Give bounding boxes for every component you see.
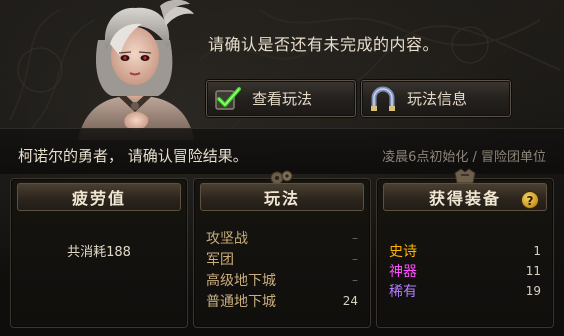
gear-count: 11 [525, 264, 541, 278]
gear-row-artifact: 神器 11 [389, 261, 541, 281]
mode-name: 高级地下城 [206, 272, 276, 289]
character-portrait [78, 0, 194, 140]
horseshoe-magnet-icon [371, 86, 395, 111]
mode-row-normal-dungeon: 普通地下城 24 [206, 290, 358, 311]
gear-grade-name: 史诗 [389, 244, 417, 260]
mode-panel-header: 玩法 [200, 183, 364, 211]
fatigue-panel: 疲劳值 共消耗188 [10, 178, 188, 328]
gear-panel-header: 获得装备 ? [383, 183, 547, 211]
green-check-icon [215, 86, 241, 110]
fatigue-title: 疲劳值 [71, 189, 126, 208]
gear-grade-name: 神器 [389, 264, 417, 280]
gear-count: 19 [525, 284, 541, 298]
mode-name: 普通地下城 [206, 293, 276, 310]
gear-list: 史诗 1 神器 11 稀有 19 [389, 241, 541, 301]
mode-name: 攻坚战 [206, 230, 248, 247]
mode-row-raid: 攻坚战 – [206, 227, 358, 248]
reset-note: 凌晨6点初始化 / 冒险团单位 [382, 150, 546, 165]
mode-list: 攻坚战 – 军团 – 高级地下城 – 普通地下城 24 [206, 227, 358, 311]
gear-grade-name: 稀有 [389, 284, 417, 300]
mode-value: 24 [342, 293, 358, 308]
view-mode-label: 查看玩法 [252, 90, 313, 108]
gear-count: 1 [533, 244, 541, 258]
mode-value: – [352, 251, 358, 266]
adventure-result-window: 请确认是否还有未完成的内容。 查看玩法 玩法信息 柯诺尔的勇者， 请确认冒险结果… [0, 0, 564, 336]
gear-title: 获得装备 [428, 189, 501, 208]
mode-value: – [352, 230, 358, 245]
mode-row-legion: 军团 – [206, 248, 358, 269]
help-icon[interactable]: ? [521, 191, 539, 209]
mode-value: – [352, 272, 358, 287]
mode-name: 军团 [206, 251, 234, 268]
mode-panel: 玩法 攻坚战 – 军团 – 高级地下城 – 普通地下城 24 [193, 170, 371, 328]
gear-row-epic: 史诗 1 [389, 241, 541, 261]
mode-info-label: 玩法信息 [407, 90, 468, 108]
gear-panel: 获得装备 ? 史诗 1 神器 11 稀有 19 [376, 168, 554, 328]
view-mode-button[interactable]: 查看玩法 [206, 80, 356, 117]
mode-row-advanced-dungeon: 高级地下城 – [206, 269, 358, 290]
fatigue-panel-header: 疲劳值 [17, 183, 181, 211]
adventure-message: 柯诺尔的勇者， 请确认冒险结果。 [18, 147, 248, 165]
mode-info-button[interactable]: 玩法信息 [361, 80, 511, 117]
confirm-prompt: 请确认是否还有未完成的内容。 [208, 35, 440, 54]
mode-title: 玩法 [263, 189, 300, 208]
gear-row-rare: 稀有 19 [389, 281, 541, 301]
fatigue-consumed: 共消耗188 [67, 245, 131, 260]
